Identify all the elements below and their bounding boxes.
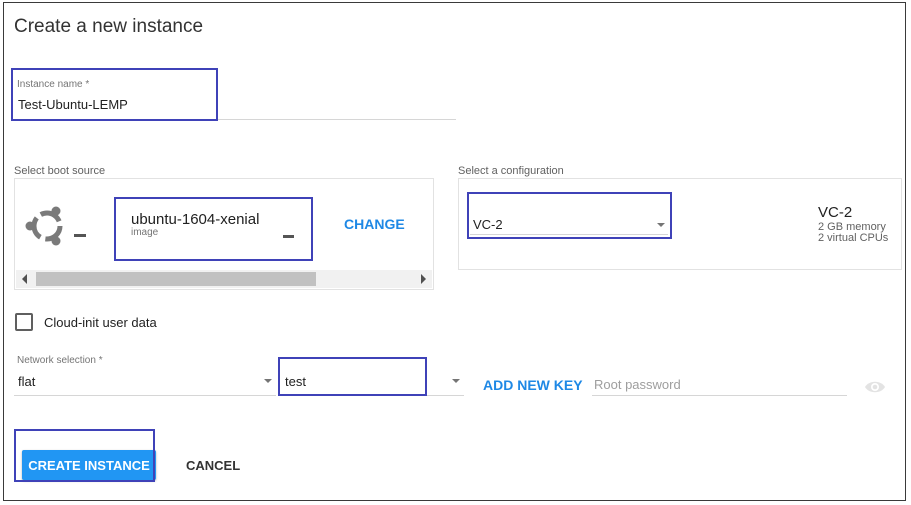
highlight-boot-image <box>114 197 313 261</box>
configuration-name: VC-2 <box>818 204 853 221</box>
change-image-button[interactable]: CHANGE <box>344 216 405 232</box>
scroll-left-arrow-icon[interactable] <box>22 274 27 284</box>
highlight-create-instance <box>14 429 155 482</box>
cloud-init-label: Cloud-init user data <box>44 315 157 330</box>
network-select[interactable]: flat <box>18 374 35 389</box>
add-new-key-button[interactable]: ADD NEW KEY <box>483 377 583 393</box>
scroll-right-arrow-icon[interactable] <box>421 274 426 284</box>
page-title: Create a new instance <box>14 16 204 37</box>
horizontal-scrollbar[interactable] <box>16 270 432 288</box>
scroll-thumb[interactable] <box>36 272 316 286</box>
network-chevron-down-icon[interactable] <box>264 379 272 383</box>
highlight-key <box>278 357 427 396</box>
cancel-button[interactable]: CANCEL <box>186 458 240 473</box>
configuration-cpus: 2 virtual CPUs <box>818 232 889 244</box>
cloud-init-checkbox[interactable] <box>15 313 33 331</box>
key-chevron-down-icon[interactable] <box>452 379 460 383</box>
network-selection-label: Network selection * <box>17 355 103 366</box>
network-select-underline <box>14 395 276 396</box>
eye-icon[interactable] <box>864 378 886 396</box>
highlight-configuration <box>467 192 672 239</box>
boot-source-label: Select boot source <box>14 165 106 177</box>
highlight-instance-name <box>11 68 218 121</box>
ubuntu-logo-icon <box>25 206 86 246</box>
root-password-underline <box>592 395 847 396</box>
configuration-label: Select a configuration <box>458 165 564 177</box>
root-password-input[interactable]: Root password <box>594 377 681 392</box>
